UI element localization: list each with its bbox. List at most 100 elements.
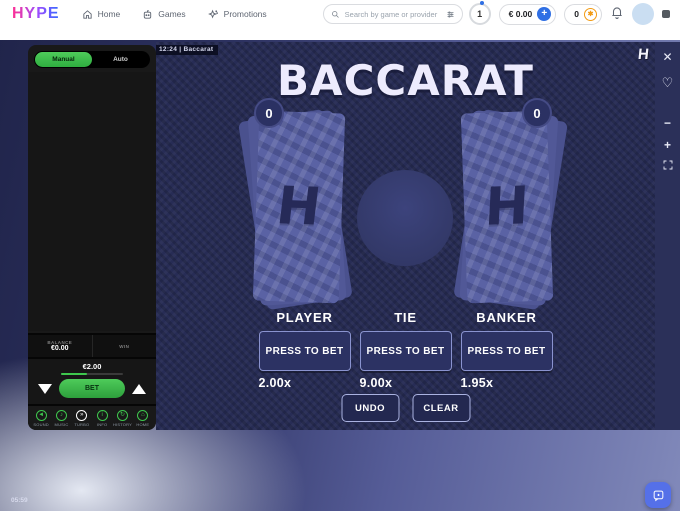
games-icon <box>142 9 153 20</box>
win-label: WIN <box>119 344 129 349</box>
level-notification-dot <box>480 1 484 5</box>
search-bar[interactable] <box>323 4 463 24</box>
bet-amount-value: €2.00 <box>83 362 102 371</box>
chat-icon <box>652 489 665 502</box>
turbo-label: TURBO <box>74 422 89 427</box>
banker-bet-column: BANKER PRESS TO BET 1.95x <box>461 310 553 390</box>
hype-logo[interactable]: HYPE <box>12 5 60 23</box>
bet-amount-slider[interactable] <box>61 373 123 375</box>
balance-strip: BALANCE €0.00 WIN <box>28 333 156 357</box>
level-badge[interactable]: 1 <box>469 3 491 25</box>
card-h-logo: H <box>274 176 325 237</box>
banker-bet-button[interactable]: PRESS TO BET <box>461 331 553 371</box>
player-bet-column: PLAYER PRESS TO BET 2.00x <box>259 310 351 390</box>
win-cell: WIN <box>92 335 157 357</box>
sound-icon: ◄ <box>36 410 47 421</box>
home-icon <box>82 9 93 20</box>
player-card-stack: H 0 <box>256 112 342 302</box>
undo-button[interactable]: UNDO <box>341 394 399 422</box>
player-label: PLAYER <box>259 310 351 325</box>
music-label: MUSIC <box>55 422 69 427</box>
bet-area: PLAYER PRESS TO BET 2.00x TIE PRESS TO B… <box>259 310 553 390</box>
player-score-counter: 0 <box>254 98 284 128</box>
level-value: 1 <box>477 9 482 19</box>
game-toolbar: ✕ ♡ − + <box>655 42 680 430</box>
coin-icon: ✱ <box>584 8 597 21</box>
game-header-label: 12:24 | Baccarat <box>156 45 218 55</box>
nav-promotions[interactable]: Promotions <box>208 9 267 20</box>
tie-bet-column: TIE PRESS TO BET 9.00x <box>360 310 452 390</box>
filter-icon[interactable] <box>446 10 455 19</box>
zoom-out-button[interactable]: − <box>661 116 675 130</box>
sound-label: SOUND <box>33 422 48 427</box>
music-control[interactable]: ♪ MUSIC <box>53 410 70 427</box>
increase-bet-button[interactable] <box>132 384 146 394</box>
home-control[interactable]: ⌂ HOME <box>134 410 151 427</box>
banker-score-value: 0 <box>533 106 540 121</box>
home-label: HOME <box>136 422 149 427</box>
banker-score-counter: 0 <box>522 98 552 128</box>
favorite-button[interactable]: ♡ <box>661 76 675 90</box>
info-control[interactable]: i INFO <box>94 410 111 427</box>
history-icon: ↻ <box>117 410 128 421</box>
search-icon <box>331 10 340 19</box>
card-back-top: H <box>461 111 554 304</box>
session-timer: 05:59 <box>11 497 28 504</box>
promotions-icon <box>208 9 219 20</box>
bet-amount-section: €2.00 BET <box>28 357 156 404</box>
nav-home[interactable]: Home <box>82 9 121 20</box>
manual-mode-button[interactable]: Manual <box>35 52 92 67</box>
banker-card-stack: H 0 <box>464 112 550 302</box>
card-h-logo: H <box>484 176 531 238</box>
banker-multiplier: 1.95x <box>461 376 553 390</box>
close-game-button[interactable]: ✕ <box>661 50 675 64</box>
bet-control-panel: Manual Auto BALANCE €0.00 WIN €2.00 BET … <box>28 45 156 430</box>
sound-control[interactable]: ◄ SOUND <box>33 410 50 427</box>
user-avatar[interactable] <box>632 3 654 25</box>
info-label: INFO <box>97 422 107 427</box>
game-title: BACCARAT <box>156 56 655 105</box>
balance-pill[interactable]: € 0.00 + <box>499 4 557 25</box>
balance-amount: € 0.00 <box>509 9 533 19</box>
plus-icon: + <box>664 138 671 152</box>
top-bar: HYPE Home Games Promotions 1 € 0.00 + 0 <box>0 0 680 40</box>
auto-mode-button[interactable]: Auto <box>92 52 149 67</box>
banker-label: BANKER <box>461 310 553 325</box>
minus-icon: − <box>664 116 671 130</box>
deposit-plus-icon[interactable]: + <box>537 7 551 21</box>
side-menu-button[interactable] <box>662 10 670 18</box>
history-label: HISTORY <box>113 422 132 427</box>
topbar-right: 1 € 0.00 + 0 ✱ <box>469 3 670 25</box>
bet-board <box>28 72 156 331</box>
turbo-control[interactable]: » TURBO <box>73 410 90 427</box>
bet-button-row: BET <box>38 379 146 398</box>
dealer-circle <box>357 170 453 266</box>
tie-multiplier: 9.00x <box>360 376 452 390</box>
player-score-value: 0 <box>265 106 272 121</box>
fullscreen-button[interactable] <box>661 158 675 172</box>
tie-label: TIE <box>360 310 452 325</box>
history-control[interactable]: ↻ HISTORY <box>114 410 131 427</box>
search-input[interactable] <box>345 10 441 19</box>
clear-button[interactable]: CLEAR <box>412 394 470 422</box>
balance-value: €0.00 <box>51 345 69 352</box>
slider-fill <box>61 373 87 375</box>
balance-cell: BALANCE €0.00 <box>28 335 92 357</box>
card-back-top: H <box>253 111 346 304</box>
bet-button[interactable]: BET <box>59 379 125 398</box>
points-pill[interactable]: 0 ✱ <box>564 4 602 25</box>
main-nav: Home Games Promotions <box>82 9 267 20</box>
tie-bet-button[interactable]: PRESS TO BET <box>360 331 452 371</box>
nav-games[interactable]: Games <box>142 9 185 20</box>
zoom-in-button[interactable]: + <box>661 138 675 152</box>
fullscreen-icon <box>662 159 674 171</box>
decrease-bet-button[interactable] <box>38 384 52 394</box>
support-chat-button[interactable] <box>645 482 671 508</box>
player-bet-button[interactable]: PRESS TO BET <box>259 331 351 371</box>
turbo-icon: » <box>76 410 87 421</box>
game-controls-row: ◄ SOUND ♪ MUSIC » TURBO i INFO ↻ HISTORY… <box>28 404 156 430</box>
info-icon: i <box>97 410 108 421</box>
home-icon: ⌂ <box>137 410 148 421</box>
nav-home-label: Home <box>98 9 121 19</box>
notifications-bell[interactable] <box>610 5 624 24</box>
